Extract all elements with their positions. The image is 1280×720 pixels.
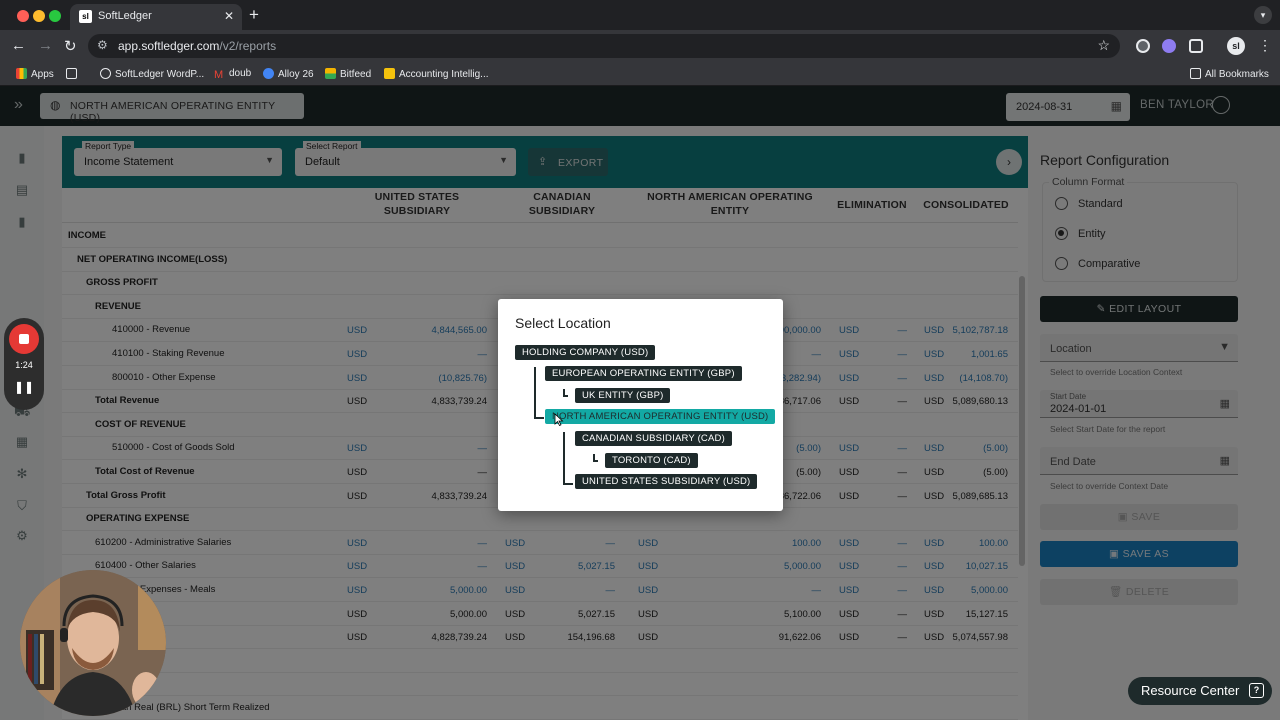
dialog-title: Select Location	[515, 315, 611, 331]
site-info-icon[interactable]: ⚙	[97, 38, 108, 52]
bookmark-doub[interactable]: Mdoub	[214, 68, 251, 81]
tree-connector	[593, 460, 598, 462]
help-icon: ?	[1249, 683, 1264, 698]
bookmark-softledger-wordpress[interactable]: SoftLedger WordP...	[100, 68, 204, 80]
bookmark-bitfeed[interactable]: Bitfeed	[325, 68, 371, 80]
webcam-video-bubble	[20, 570, 166, 716]
screen-recorder-controls: 1:24 ❚❚	[4, 318, 44, 410]
mouse-cursor-icon	[554, 413, 564, 426]
tab-title: SoftLedger	[98, 10, 152, 22]
maximize-window-button[interactable]	[49, 10, 61, 22]
bookmarks-bar: Apps SoftLedger WordP... Mdoub Alloy 26 …	[0, 62, 1280, 86]
bookmark-apps[interactable]: Apps	[16, 68, 54, 80]
apps-grid-icon	[16, 68, 27, 79]
address-bar[interactable]: ⚙ app.softledger.com/v2/reports ☆	[88, 34, 1120, 58]
location-canadian-subsidiary[interactable]: CANADIAN SUBSIDIARY (CAD)	[575, 431, 732, 446]
close-tab-icon[interactable]: ✕	[224, 9, 234, 23]
back-button[interactable]: ←	[11, 37, 26, 54]
tree-connector	[563, 483, 573, 485]
folder-icon	[384, 68, 395, 79]
tree-connector	[563, 395, 568, 397]
new-tab-button[interactable]: +	[249, 5, 259, 25]
location-european-operating-entity[interactable]: EUROPEAN OPERATING ENTITY (GBP)	[545, 366, 742, 381]
browser-tab[interactable]: sl SoftLedger ✕	[70, 4, 242, 30]
extension-icon[interactable]	[1162, 39, 1176, 53]
stop-recording-button[interactable]	[9, 324, 39, 354]
location-north-american-operating-entity[interactable]: NORTH AMERICAN OPERATING ENTITY (USD)	[545, 409, 776, 424]
bitfeed-icon	[325, 68, 336, 79]
folder-icon	[1190, 68, 1201, 79]
location-toronto[interactable]: TORONTO (CAD)	[605, 453, 698, 468]
forward-button[interactable]: →	[38, 37, 53, 54]
resource-center-label: Resource Center	[1141, 683, 1240, 698]
bookmark-star-icon[interactable]: ☆	[1097, 37, 1110, 54]
bookmark-alloy[interactable]: Alloy 26	[263, 68, 314, 80]
reload-button[interactable]: ↻	[64, 37, 77, 55]
recording-time: 1:24	[15, 360, 33, 370]
profile-avatar[interactable]: sl	[1227, 37, 1245, 55]
softledger-app: » ◍ NORTH AMERICAN OPERATING ENTITY (USD…	[0, 86, 1280, 720]
bookmark-tab-groups[interactable]	[66, 68, 81, 80]
tab-search-button[interactable]: ▾	[1254, 6, 1272, 24]
browser-toolbar: ← → ↻ ⚙ app.softledger.com/v2/reports ☆ …	[0, 30, 1280, 62]
close-window-button[interactable]	[17, 10, 29, 22]
tree-connector	[534, 367, 536, 419]
location-uk-entity[interactable]: UK ENTITY (GBP)	[575, 388, 671, 403]
extension-icon[interactable]	[1136, 39, 1150, 53]
tree-connector	[534, 417, 544, 419]
all-bookmarks[interactable]: All Bookmarks	[1190, 68, 1269, 80]
location-holding-company[interactable]: HOLDING COMPANY (USD)	[515, 345, 656, 360]
bookmark-accounting-intelligence[interactable]: Accounting Intellig...	[384, 68, 489, 80]
select-location-dialog: Select Location HOLDING COMPANY (USD) EU…	[498, 299, 783, 511]
resource-center-button[interactable]: Resource Center ?	[1128, 677, 1272, 705]
wordpress-icon	[100, 68, 111, 79]
url-text[interactable]: app.softledger.com/v2/reports	[118, 39, 276, 53]
minimize-window-button[interactable]	[33, 10, 45, 22]
browser-tab-bar: sl SoftLedger ✕ + ▾	[0, 0, 1280, 30]
gmail-icon: M	[214, 69, 224, 81]
presenter-image	[20, 570, 166, 716]
browser-menu-icon[interactable]: ⋮	[1258, 37, 1272, 54]
location-united-states-subsidiary[interactable]: UNITED STATES SUBSIDIARY (USD)	[575, 474, 758, 489]
tree-connector	[563, 432, 565, 485]
alloy-icon	[263, 68, 274, 79]
extensions-puzzle-icon[interactable]	[1189, 39, 1203, 53]
tab-groups-icon	[66, 68, 77, 79]
softledger-favicon: sl	[79, 10, 92, 23]
pause-icon[interactable]: ❚❚	[4, 380, 44, 394]
